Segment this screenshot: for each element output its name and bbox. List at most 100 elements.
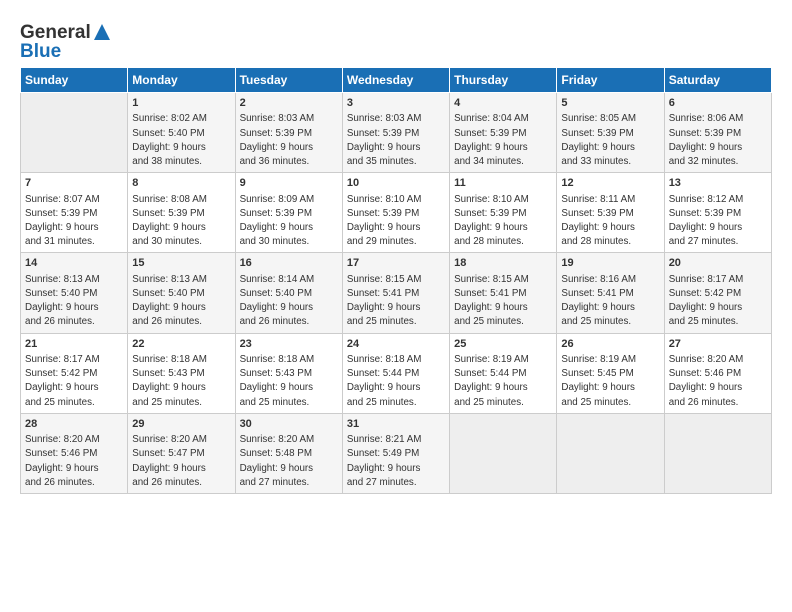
day-info: Sunrise: 8:14 AM Sunset: 5:40 PM Dayligh… — [240, 273, 338, 330]
calendar-cell: 16 Sunrise: 8:14 AM Sunset: 5:40 PM Dayli… — [235, 253, 342, 333]
calendar-cell: 26Sunrise: 8:19 AM Sunset: 5:45 PM Dayli… — [557, 333, 664, 413]
day-info: Sunrise: 8:17 AM Sunset: 5:42 PM Dayligh… — [669, 273, 767, 330]
calendar-cell: 28Sunrise: 8:20 AM Sunset: 5:46 PM Dayli… — [21, 413, 128, 493]
main-container: General Blue SundayMondayTuesdayWednesda… — [0, 0, 792, 504]
day-number: 23 — [240, 337, 338, 352]
calendar-cell — [664, 413, 771, 493]
day-info: Sunrise: 8:13 AM Sunset: 5:40 PM Dayligh… — [132, 273, 230, 330]
calendar-header: SundayMondayTuesdayWednesdayThursdayFrid… — [21, 68, 772, 93]
day-number: 16 — [240, 256, 338, 271]
calendar-cell: 20 Sunrise: 8:17 AM Sunset: 5:42 PM Dayli… — [664, 253, 771, 333]
header-day-wednesday: Wednesday — [342, 68, 449, 93]
header-day-thursday: Thursday — [450, 68, 557, 93]
calendar-cell: 30Sunrise: 8:20 AM Sunset: 5:48 PM Dayli… — [235, 413, 342, 493]
day-number: 3 — [347, 96, 445, 111]
day-info: Sunrise: 8:10 AM Sunset: 5:39 PM Dayligh… — [454, 193, 552, 250]
calendar-cell: 13Sunrise: 8:12 AM Sunset: 5:39 PM Dayli… — [664, 173, 771, 253]
day-number: 18 — [454, 256, 552, 271]
logo: General Blue — [20, 22, 112, 61]
day-info: Sunrise: 8:03 AM Sunset: 5:39 PM Dayligh… — [240, 112, 338, 169]
calendar-cell: 22Sunrise: 8:18 AM Sunset: 5:43 PM Dayli… — [128, 333, 235, 413]
logo-triangle-icon — [92, 22, 112, 42]
day-info: Sunrise: 8:15 AM Sunset: 5:41 PM Dayligh… — [347, 273, 445, 330]
day-number: 27 — [669, 337, 767, 352]
calendar-cell: 5Sunrise: 8:05 AM Sunset: 5:39 PM Daylig… — [557, 93, 664, 173]
day-number: 9 — [240, 176, 338, 191]
day-number: 29 — [132, 417, 230, 432]
day-info: Sunrise: 8:06 AM Sunset: 5:39 PM Dayligh… — [669, 112, 767, 169]
day-number: 13 — [669, 176, 767, 191]
calendar-cell: 21Sunrise: 8:17 AM Sunset: 5:42 PM Dayli… — [21, 333, 128, 413]
header-day-friday: Friday — [557, 68, 664, 93]
day-info: Sunrise: 8:10 AM Sunset: 5:39 PM Dayligh… — [347, 193, 445, 250]
calendar-cell: 15Sunrise: 8:13 AM Sunset: 5:40 PM Dayli… — [128, 253, 235, 333]
day-info: Sunrise: 8:08 AM Sunset: 5:39 PM Dayligh… — [132, 193, 230, 250]
calendar-cell: 9Sunrise: 8:09 AM Sunset: 5:39 PM Daylig… — [235, 173, 342, 253]
calendar-cell — [557, 413, 664, 493]
day-info: Sunrise: 8:18 AM Sunset: 5:43 PM Dayligh… — [132, 353, 230, 410]
calendar-cell: 27Sunrise: 8:20 AM Sunset: 5:46 PM Dayli… — [664, 333, 771, 413]
logo-blue-text: Blue — [20, 42, 61, 61]
day-info: Sunrise: 8:21 AM Sunset: 5:49 PM Dayligh… — [347, 433, 445, 490]
calendar-cell: 25Sunrise: 8:19 AM Sunset: 5:44 PM Dayli… — [450, 333, 557, 413]
calendar-week-2: 7 Sunrise: 8:07 AM Sunset: 5:39 PM Daylig… — [21, 173, 772, 253]
day-info: Sunrise: 8:05 AM Sunset: 5:39 PM Dayligh… — [561, 112, 659, 169]
day-number: 8 — [132, 176, 230, 191]
day-info: Sunrise: 8:20 AM Sunset: 5:46 PM Dayligh… — [25, 433, 123, 490]
calendar-cell — [21, 93, 128, 173]
header-row: General Blue — [20, 18, 772, 61]
header-day-monday: Monday — [128, 68, 235, 93]
calendar-cell: 19Sunrise: 8:16 AM Sunset: 5:41 PM Dayli… — [557, 253, 664, 333]
calendar-table: SundayMondayTuesdayWednesdayThursdayFrid… — [20, 67, 772, 494]
header-row-days: SundayMondayTuesdayWednesdayThursdayFrid… — [21, 68, 772, 93]
day-number: 26 — [561, 337, 659, 352]
calendar-cell: 18 Sunrise: 8:15 AM Sunset: 5:41 PM Dayli… — [450, 253, 557, 333]
day-number: 7 — [25, 176, 123, 191]
day-info: Sunrise: 8:04 AM Sunset: 5:39 PM Dayligh… — [454, 112, 552, 169]
header-day-saturday: Saturday — [664, 68, 771, 93]
day-number: 10 — [347, 176, 445, 191]
day-number: 17 — [347, 256, 445, 271]
day-number: 28 — [25, 417, 123, 432]
day-number: 21 — [25, 337, 123, 352]
day-number: 24 — [347, 337, 445, 352]
day-number: 14 — [25, 256, 123, 271]
logo-general-text: General — [20, 23, 91, 42]
day-number: 6 — [669, 96, 767, 111]
day-number: 22 — [132, 337, 230, 352]
day-info: Sunrise: 8:11 AM Sunset: 5:39 PM Dayligh… — [561, 193, 659, 250]
calendar-cell — [450, 413, 557, 493]
day-info: Sunrise: 8:20 AM Sunset: 5:47 PM Dayligh… — [132, 433, 230, 490]
calendar-cell: 23Sunrise: 8:18 AM Sunset: 5:43 PM Dayli… — [235, 333, 342, 413]
day-info: Sunrise: 8:20 AM Sunset: 5:48 PM Dayligh… — [240, 433, 338, 490]
calendar-cell: 4Sunrise: 8:04 AM Sunset: 5:39 PM Daylig… — [450, 93, 557, 173]
day-info: Sunrise: 8:07 AM Sunset: 5:39 PM Dayligh… — [25, 193, 123, 250]
day-info: Sunrise: 8:20 AM Sunset: 5:46 PM Dayligh… — [669, 353, 767, 410]
calendar-week-5: 28Sunrise: 8:20 AM Sunset: 5:46 PM Dayli… — [21, 413, 772, 493]
day-number: 12 — [561, 176, 659, 191]
day-info: Sunrise: 8:13 AM Sunset: 5:40 PM Dayligh… — [25, 273, 123, 330]
calendar-cell: 3Sunrise: 8:03 AM Sunset: 5:39 PM Daylig… — [342, 93, 449, 173]
calendar-cell: 24Sunrise: 8:18 AM Sunset: 5:44 PM Dayli… — [342, 333, 449, 413]
day-number: 31 — [347, 417, 445, 432]
calendar-cell: 8 Sunrise: 8:08 AM Sunset: 5:39 PM Daylig… — [128, 173, 235, 253]
calendar-cell: 7 Sunrise: 8:07 AM Sunset: 5:39 PM Daylig… — [21, 173, 128, 253]
calendar-cell: 10 Sunrise: 8:10 AM Sunset: 5:39 PM Dayli… — [342, 173, 449, 253]
calendar-week-1: 1Sunrise: 8:02 AM Sunset: 5:40 PM Daylig… — [21, 93, 772, 173]
day-info: Sunrise: 8:19 AM Sunset: 5:44 PM Dayligh… — [454, 353, 552, 410]
calendar-cell: 12 Sunrise: 8:11 AM Sunset: 5:39 PM Dayli… — [557, 173, 664, 253]
calendar-cell: 11 Sunrise: 8:10 AM Sunset: 5:39 PM Dayli… — [450, 173, 557, 253]
calendar-cell: 17 Sunrise: 8:15 AM Sunset: 5:41 PM Dayli… — [342, 253, 449, 333]
day-info: Sunrise: 8:15 AM Sunset: 5:41 PM Dayligh… — [454, 273, 552, 330]
day-info: Sunrise: 8:18 AM Sunset: 5:44 PM Dayligh… — [347, 353, 445, 410]
calendar-cell: 31Sunrise: 8:21 AM Sunset: 5:49 PM Dayli… — [342, 413, 449, 493]
calendar-cell: 1Sunrise: 8:02 AM Sunset: 5:40 PM Daylig… — [128, 93, 235, 173]
day-number: 30 — [240, 417, 338, 432]
day-number: 2 — [240, 96, 338, 111]
day-number: 11 — [454, 176, 552, 191]
calendar-week-4: 21Sunrise: 8:17 AM Sunset: 5:42 PM Dayli… — [21, 333, 772, 413]
day-number: 20 — [669, 256, 767, 271]
day-info: Sunrise: 8:16 AM Sunset: 5:41 PM Dayligh… — [561, 273, 659, 330]
day-info: Sunrise: 8:17 AM Sunset: 5:42 PM Dayligh… — [25, 353, 123, 410]
day-info: Sunrise: 8:18 AM Sunset: 5:43 PM Dayligh… — [240, 353, 338, 410]
